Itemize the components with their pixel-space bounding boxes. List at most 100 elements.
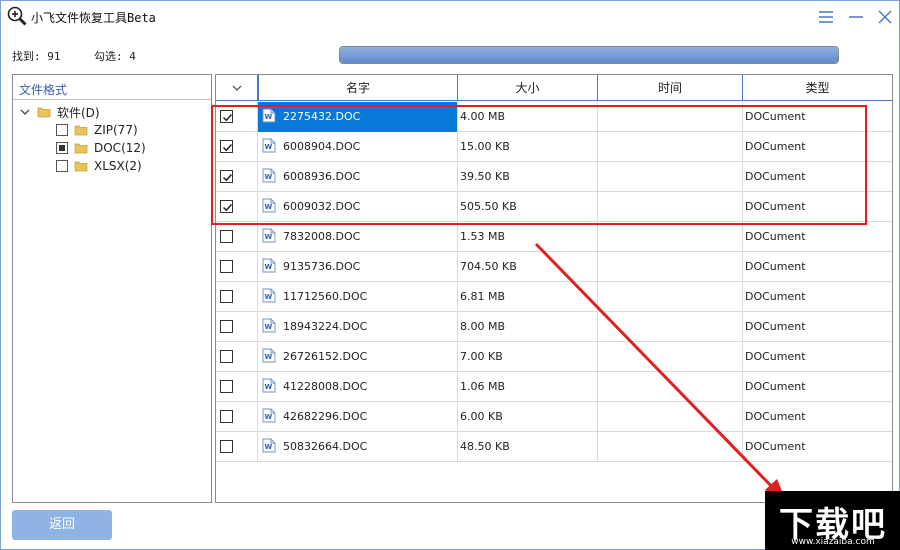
file-name-cell[interactable]: W 2275432.DOC bbox=[258, 102, 458, 132]
table-row[interactable]: W 18943224.DOC 8.00 MB DOCument bbox=[216, 312, 892, 342]
row-checkbox[interactable] bbox=[220, 320, 233, 333]
file-name-cell[interactable]: W 26726152.DOC bbox=[258, 342, 458, 372]
file-name: 41228008.DOC bbox=[283, 380, 368, 393]
table-row[interactable]: W 41228008.DOC 1.06 MB DOCument bbox=[216, 372, 892, 402]
row-checkbox[interactable] bbox=[220, 230, 233, 243]
file-size: 8.00 MB bbox=[458, 312, 598, 342]
file-size: 505.50 KB bbox=[458, 192, 598, 222]
table-row[interactable]: W 11712560.DOC 6.81 MB DOCument bbox=[216, 282, 892, 312]
file-name-cell[interactable]: W 42682296.DOC bbox=[258, 402, 458, 432]
svg-text:W: W bbox=[265, 143, 273, 151]
window-title: 小飞文件恢复工具Beta bbox=[31, 11, 156, 25]
row-checkbox-cell bbox=[216, 282, 258, 312]
chevron-down-icon[interactable] bbox=[19, 106, 31, 118]
checked-count: 勾选: 4 bbox=[94, 50, 136, 63]
file-type: DOCument bbox=[745, 200, 806, 213]
file-type: DOCument bbox=[745, 380, 806, 393]
file-name-cell[interactable]: W 18943224.DOC bbox=[258, 312, 458, 342]
word-document-icon: W bbox=[262, 198, 276, 213]
file-name-cell[interactable]: W 11712560.DOC bbox=[258, 282, 458, 312]
row-checkbox[interactable] bbox=[220, 170, 233, 183]
tree-item-xlsx[interactable]: XLSX(2) bbox=[56, 157, 142, 175]
svg-text:W: W bbox=[265, 383, 273, 391]
word-document-icon: W bbox=[262, 438, 276, 453]
tree-item-label: XLSX(2) bbox=[94, 159, 142, 173]
row-checkbox[interactable] bbox=[220, 200, 233, 213]
select-all-header[interactable] bbox=[216, 75, 258, 101]
row-checkbox-cell bbox=[216, 312, 258, 342]
file-name-cell[interactable]: W 41228008.DOC bbox=[258, 372, 458, 402]
tree-item-zip[interactable]: ZIP(77) bbox=[56, 121, 138, 139]
table-row[interactable]: W 6008936.DOC 39.50 KB DOCument bbox=[216, 162, 892, 192]
table-row[interactable]: W 50832664.DOC 48.50 KB DOCument bbox=[216, 432, 892, 462]
table-header: 名字 大小 时间 类型 bbox=[216, 75, 892, 101]
file-name-cell[interactable]: W 50832664.DOC bbox=[258, 432, 458, 462]
column-header-time[interactable]: 时间 bbox=[598, 75, 743, 101]
file-name-cell[interactable]: W 6008904.DOC bbox=[258, 132, 458, 162]
tree-item-checkbox[interactable] bbox=[56, 142, 68, 154]
table-row[interactable]: W 26726152.DOC 7.00 KB DOCument bbox=[216, 342, 892, 372]
file-name: 6008904.DOC bbox=[283, 140, 361, 153]
file-name: 6009032.DOC bbox=[283, 200, 361, 213]
table-row[interactable]: W 6009032.DOC 505.50 KB DOCument bbox=[216, 192, 892, 222]
svg-text:W: W bbox=[265, 113, 273, 121]
back-button[interactable]: 返回 bbox=[12, 510, 112, 540]
tree-item-checkbox[interactable] bbox=[56, 160, 68, 172]
file-type: DOCument bbox=[745, 350, 806, 363]
row-checkbox[interactable] bbox=[220, 290, 233, 303]
table-row[interactable]: W 2275432.DOC 4.00 MB DOCument bbox=[216, 102, 892, 132]
row-checkbox-cell bbox=[216, 192, 258, 222]
row-checkbox[interactable] bbox=[220, 350, 233, 363]
table-row[interactable]: W 6008904.DOC 15.00 KB DOCument bbox=[216, 132, 892, 162]
file-size: 704.50 KB bbox=[458, 252, 598, 282]
row-checkbox-cell bbox=[216, 252, 258, 282]
column-header-name[interactable]: 名字 bbox=[258, 75, 458, 101]
minimize-icon[interactable] bbox=[843, 5, 869, 29]
file-type: DOCument bbox=[745, 410, 806, 423]
tree-item-checkbox[interactable] bbox=[56, 124, 68, 136]
row-checkbox-cell bbox=[216, 342, 258, 372]
file-size: 48.50 KB bbox=[458, 432, 598, 462]
tree-root[interactable]: 软件(D) bbox=[19, 103, 100, 121]
row-checkbox[interactable] bbox=[220, 410, 233, 423]
file-type: DOCument bbox=[745, 260, 806, 273]
file-time bbox=[598, 252, 743, 282]
svg-text:W: W bbox=[265, 413, 273, 421]
folder-icon bbox=[74, 125, 88, 136]
file-time bbox=[598, 342, 743, 372]
svg-text:W: W bbox=[265, 353, 273, 361]
table-row[interactable]: W 7832008.DOC 1.53 MB DOCument bbox=[216, 222, 892, 252]
row-checkbox[interactable] bbox=[220, 260, 233, 273]
file-name-cell[interactable]: W 7832008.DOC bbox=[258, 222, 458, 252]
table-row[interactable]: W 9135736.DOC 704.50 KB DOCument bbox=[216, 252, 892, 282]
row-checkbox[interactable] bbox=[220, 110, 233, 123]
file-name: 42682296.DOC bbox=[283, 410, 368, 423]
tree-item-doc[interactable]: DOC(12) bbox=[56, 139, 146, 157]
word-document-icon: W bbox=[262, 168, 276, 183]
table-row[interactable]: W 42682296.DOC 6.00 KB DOCument bbox=[216, 402, 892, 432]
word-document-icon: W bbox=[262, 318, 276, 333]
file-type: DOCument bbox=[745, 170, 806, 183]
file-name-cell[interactable]: W 9135736.DOC bbox=[258, 252, 458, 282]
row-checkbox-cell bbox=[216, 222, 258, 252]
file-time bbox=[598, 162, 743, 192]
file-time bbox=[598, 132, 743, 162]
row-checkbox-cell bbox=[216, 372, 258, 402]
row-checkbox[interactable] bbox=[220, 380, 233, 393]
close-icon[interactable] bbox=[872, 5, 898, 29]
column-header-size[interactable]: 大小 bbox=[458, 75, 598, 101]
column-header-type[interactable]: 类型 bbox=[743, 75, 892, 101]
chevron-down-icon[interactable] bbox=[231, 82, 243, 94]
row-checkbox[interactable] bbox=[220, 140, 233, 153]
tree-item-label: ZIP(77) bbox=[94, 123, 138, 137]
row-checkbox[interactable] bbox=[220, 440, 233, 453]
file-type: DOCument bbox=[745, 440, 806, 453]
folder-icon bbox=[74, 161, 88, 172]
progress-fill bbox=[340, 47, 838, 63]
menu-icon[interactable] bbox=[813, 5, 839, 29]
file-name-cell[interactable]: W 6008936.DOC bbox=[258, 162, 458, 192]
file-time bbox=[598, 102, 743, 132]
watermark-logo: 下载吧 www.xiazaiba.com bbox=[765, 491, 900, 550]
file-name-cell[interactable]: W 6009032.DOC bbox=[258, 192, 458, 222]
magnifier-plus-icon bbox=[7, 6, 27, 26]
